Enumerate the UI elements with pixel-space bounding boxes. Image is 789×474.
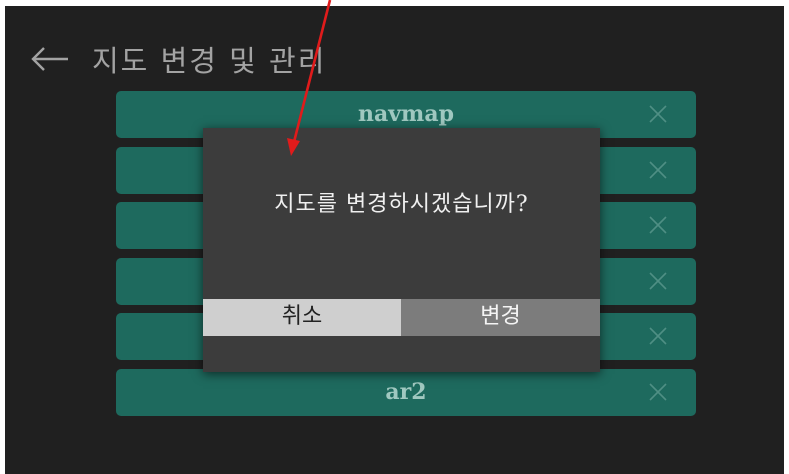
confirm-dialog: 지도를 변경하시겠습니까? 취소 변경: [203, 128, 600, 372]
close-icon[interactable]: [646, 213, 670, 237]
page-title: 지도 변경 및 관리: [92, 44, 327, 78]
close-icon[interactable]: [646, 380, 670, 404]
map-name: ar2: [385, 379, 427, 405]
change-button[interactable]: 변경: [401, 299, 600, 336]
close-icon[interactable]: [646, 269, 670, 293]
close-icon[interactable]: [646, 324, 670, 348]
close-icon[interactable]: [646, 158, 670, 182]
header: 지도 변경 및 관리: [30, 34, 326, 84]
map-list-item[interactable]: ar2: [116, 369, 696, 416]
back-button[interactable]: [30, 39, 78, 79]
arrow-left-icon: [31, 47, 68, 71]
close-icon[interactable]: [646, 102, 670, 126]
app-screen: 지도 변경 및 관리 navmap ar2 지도를 변경하시겠습니까? 취소 변…: [5, 6, 784, 474]
dialog-message: 지도를 변경하시겠습니까?: [274, 192, 529, 217]
cancel-button[interactable]: 취소: [203, 299, 401, 336]
